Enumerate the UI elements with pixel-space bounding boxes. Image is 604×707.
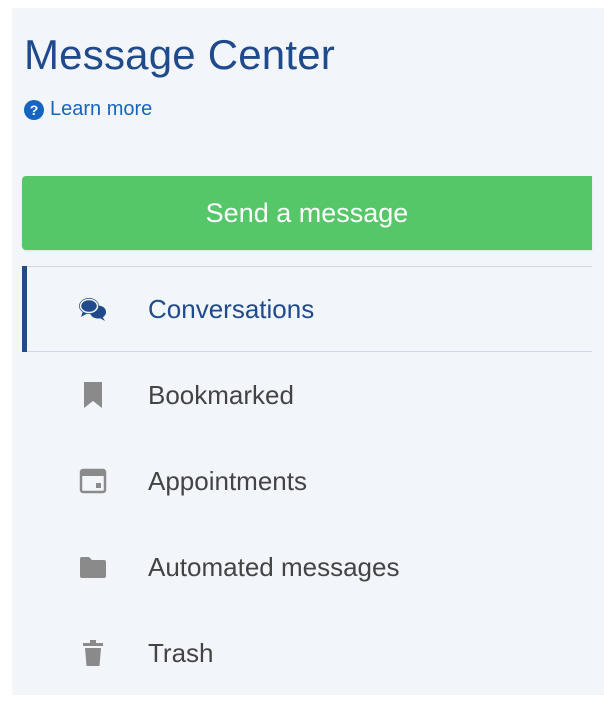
bookmark-icon bbox=[78, 380, 108, 410]
learn-more-label: Learn more bbox=[50, 98, 153, 120]
nav-item-bookmarked[interactable]: Bookmarked bbox=[22, 352, 592, 438]
nav-item-label: Bookmarked bbox=[148, 379, 294, 410]
calendar-icon bbox=[78, 466, 108, 496]
learn-more-link[interactable]: ? Learn more bbox=[24, 98, 152, 121]
nav-item-label: Appointments bbox=[148, 465, 307, 496]
message-nav: Conversations Bookmarked Appointments Au… bbox=[22, 266, 592, 696]
nav-item-label: Automated messages bbox=[148, 551, 400, 582]
nav-item-label: Trash bbox=[148, 637, 214, 668]
nav-item-conversations[interactable]: Conversations bbox=[22, 266, 592, 352]
nav-item-appointments[interactable]: Appointments bbox=[22, 438, 592, 524]
page-title: Message Center bbox=[24, 31, 335, 78]
help-icon: ? bbox=[24, 99, 44, 120]
trash-icon bbox=[78, 638, 108, 668]
nav-item-trash[interactable]: Trash bbox=[22, 610, 592, 696]
nav-item-automated-messages[interactable]: Automated messages bbox=[22, 524, 592, 610]
folder-icon bbox=[78, 552, 108, 582]
nav-item-label: Conversations bbox=[148, 293, 315, 324]
chat-bubbles-icon bbox=[78, 294, 108, 324]
send-message-button[interactable]: Send a message bbox=[22, 176, 592, 250]
